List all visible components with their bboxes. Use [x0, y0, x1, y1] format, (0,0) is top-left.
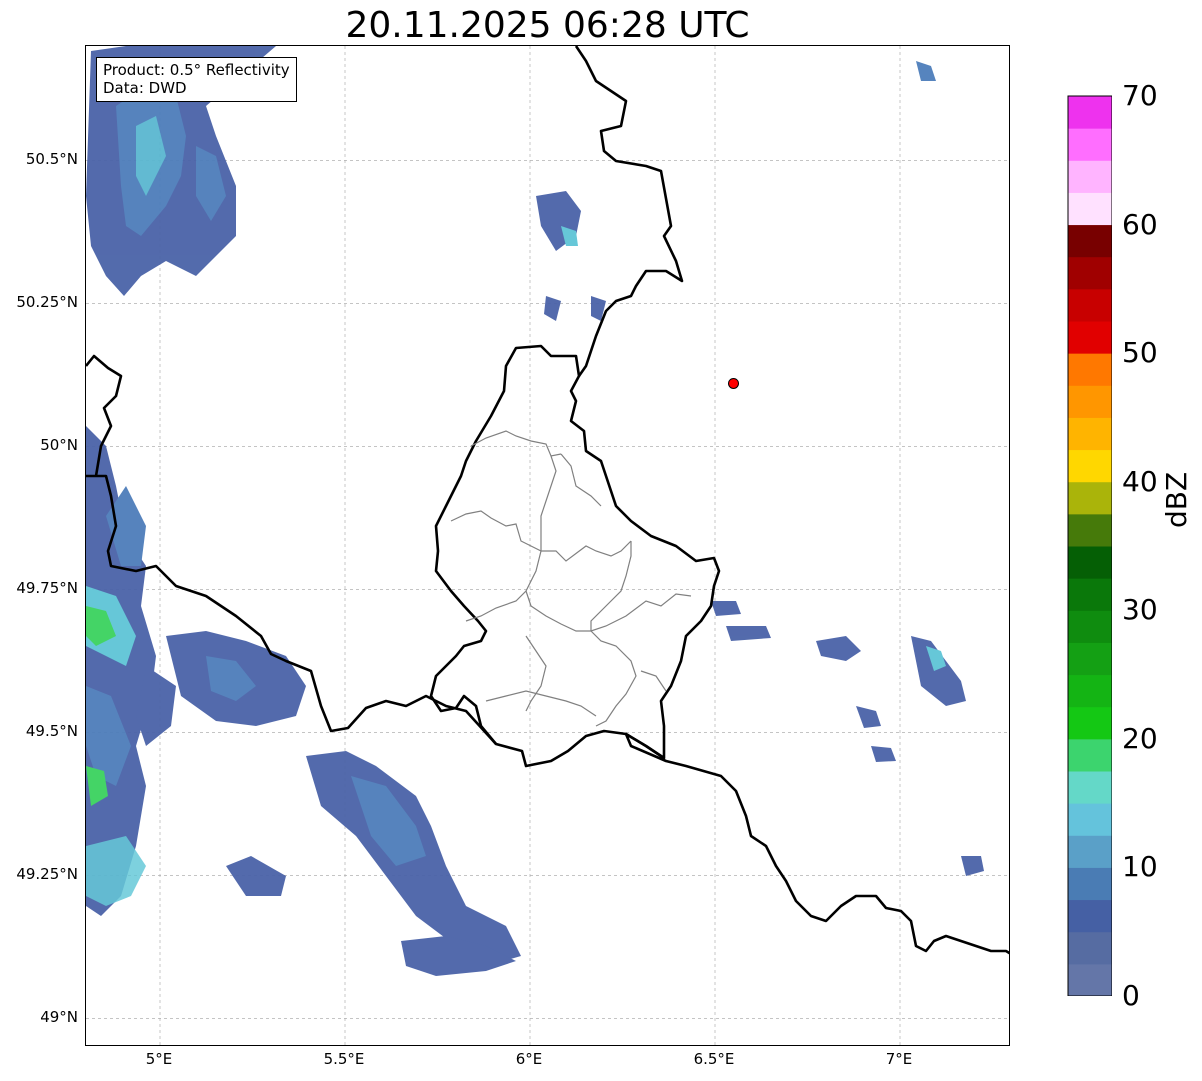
colorbar-segment	[1068, 160, 1112, 193]
colorbar-segment	[1068, 481, 1112, 515]
colorbar-segment	[1068, 803, 1112, 836]
lat-tick-label: 50.25°N	[16, 293, 78, 312]
colorbar-tick-label: 20	[1122, 721, 1158, 755]
colorbar-segment	[1068, 385, 1112, 418]
map-title: 20.11.2025 06:28 UTC	[345, 5, 750, 46]
colorbar-segment	[1068, 353, 1112, 386]
colorbar-segment	[1068, 288, 1112, 322]
colorbar-tick-label: 50	[1122, 336, 1158, 370]
map-canvas[interactable]	[86, 46, 1010, 1046]
lat-tick-label: 49.5°N	[25, 722, 78, 741]
lat-tick-label: 49.75°N	[16, 579, 78, 598]
product-info-box: Product: 0.5° Reflectivity Data: DWD	[96, 57, 297, 102]
colorbar-segment	[1068, 610, 1112, 643]
colorbar-tick-label: 60	[1122, 207, 1158, 241]
colorbar-segment	[1068, 321, 1112, 354]
lon-tick-label: 6.5°E	[693, 1050, 735, 1068]
colorbar-segment	[1068, 899, 1112, 933]
colorbar-segment	[1068, 963, 1112, 996]
colorbar-tick-label: 0	[1122, 979, 1140, 1012]
radar-echoes	[86, 46, 984, 976]
colorbar-segment	[1068, 417, 1112, 451]
colorbar-segment	[1068, 192, 1112, 226]
colorbar-tick-label: 10	[1122, 850, 1158, 884]
lat-tick-label: 49.25°N	[16, 865, 78, 884]
radar-map[interactable]	[85, 45, 1010, 1046]
colorbar-segment	[1068, 771, 1112, 804]
colorbar-label: dBZ	[1160, 471, 1193, 528]
location-marker[interactable]	[728, 377, 739, 389]
colorbar-segment	[1068, 642, 1112, 676]
colorbar-segment	[1068, 96, 1112, 129]
product-text: Product: 0.5° Reflectivity	[103, 61, 290, 79]
lat-tick-label: 50°N	[40, 436, 78, 455]
colorbar-segment	[1068, 578, 1112, 611]
colorbar-segment	[1068, 835, 1112, 868]
echo-cluster-west-central	[136, 631, 306, 746]
colorbar-segment	[1068, 128, 1112, 161]
echo-cluster-south-central	[226, 751, 521, 976]
lon-tick-label: 7°E	[885, 1050, 913, 1068]
lon-tick-label: 5.5°E	[323, 1050, 365, 1068]
colorbar-segment	[1068, 706, 1112, 740]
colorbar-tick-label: 70	[1122, 79, 1158, 112]
lon-tick-label: 6°E	[515, 1050, 543, 1068]
colorbar-segment	[1068, 738, 1112, 772]
admin-boundaries	[450, 430, 692, 727]
colorbar-segment	[1068, 867, 1112, 901]
lat-tick-label: 49°N	[40, 1008, 78, 1027]
lon-tick-label: 5°E	[145, 1050, 173, 1068]
echo-cluster-north	[536, 61, 936, 321]
colorbar-segment	[1068, 513, 1112, 547]
colorbar-segment	[1068, 674, 1112, 708]
colorbar-segment	[1068, 256, 1112, 290]
colorbar-segment	[1068, 931, 1112, 965]
colorbar-tick-label: 30	[1122, 593, 1158, 627]
colorbar-segment	[1068, 224, 1112, 258]
colorbar-tick-label: 40	[1122, 464, 1158, 498]
source-text: Data: DWD	[103, 79, 187, 97]
colorbar	[1067, 95, 1112, 996]
colorbar-segment	[1068, 449, 1112, 483]
colorbar-segment	[1068, 546, 1112, 579]
lat-tick-label: 50.5°N	[25, 150, 78, 169]
